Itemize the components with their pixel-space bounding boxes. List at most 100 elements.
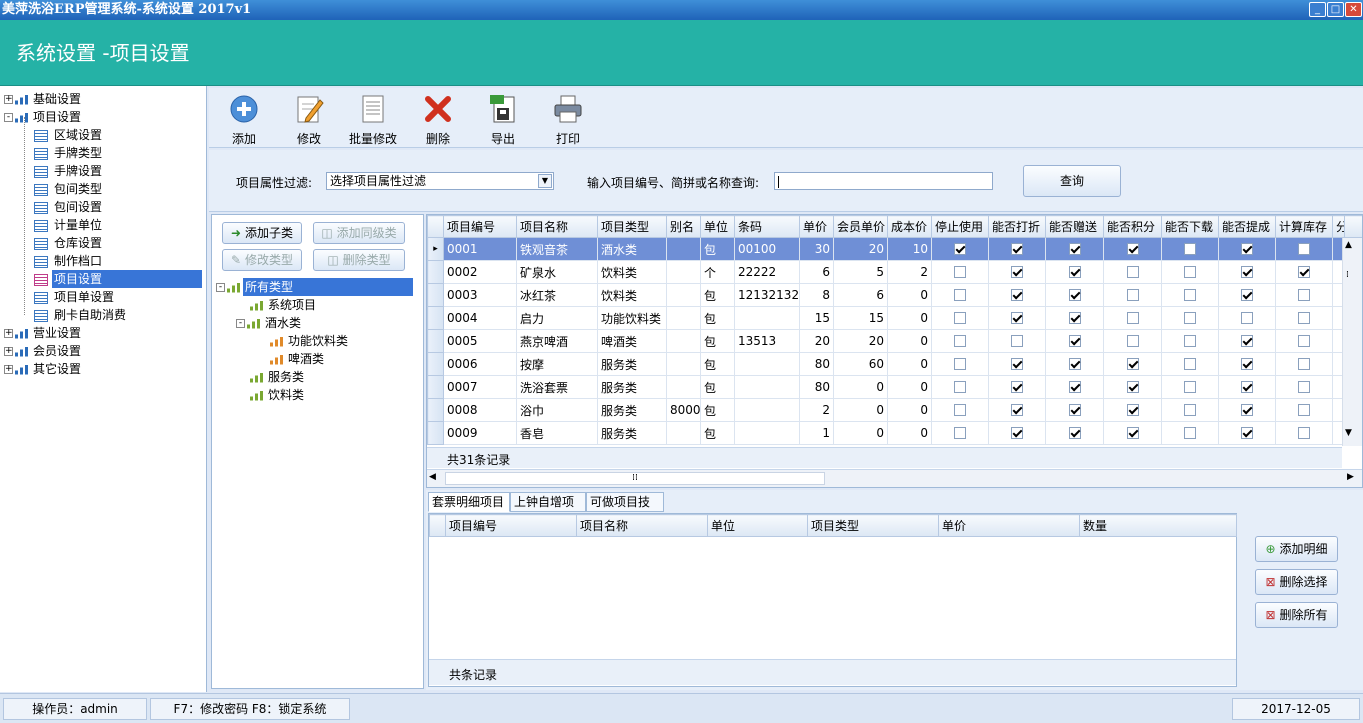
delete-button[interactable]: 删除 [421, 92, 455, 147]
scroll-thumb[interactable]: ⁞⁞ [445, 472, 825, 485]
checkbox[interactable] [1184, 404, 1196, 416]
member-price-cell[interactable]: 0 [833, 375, 888, 399]
item-name-cell[interactable]: 香皂 [516, 421, 598, 445]
checkbox[interactable] [1298, 266, 1310, 278]
checkbox-cell[interactable] [1161, 375, 1219, 399]
item-type-cell[interactable]: 服务类 [597, 375, 667, 399]
item-name-cell[interactable]: 铁观音茶 [516, 237, 598, 261]
item-code-cell[interactable]: 0007 [443, 375, 517, 399]
checkbox-cell[interactable] [931, 283, 989, 307]
checkbox[interactable] [1241, 381, 1253, 393]
item-name-cell[interactable]: 矿泉水 [516, 260, 598, 284]
barcode-cell[interactable]: 22222 [734, 260, 800, 284]
price-cell[interactable]: 30 [799, 237, 834, 261]
checkbox[interactable] [1011, 266, 1023, 278]
column-header[interactable]: 数量 [1079, 514, 1237, 537]
checkbox[interactable] [1241, 266, 1253, 278]
checkbox-cell[interactable] [1161, 237, 1219, 261]
item-code-cell[interactable]: 0009 [443, 421, 517, 445]
checkbox-cell[interactable] [1103, 421, 1162, 445]
checkbox[interactable] [1241, 358, 1253, 370]
table-row[interactable]: 0005 燕京啤酒 啤酒类包 13513 20 20 0 [427, 329, 1362, 353]
checkbox-cell[interactable] [1045, 352, 1104, 376]
column-header[interactable]: 别名 [666, 215, 701, 238]
item-type-cell[interactable]: 服务类 [597, 398, 667, 422]
item-name-cell[interactable]: 燕京啤酒 [516, 329, 598, 353]
table-row[interactable]: 0009 香皂 服务类包 1 0 0 [427, 421, 1362, 445]
checkbox-cell[interactable] [1218, 421, 1276, 445]
nav-item-4[interactable]: 手牌设置 [34, 162, 104, 180]
row-header[interactable] [427, 260, 444, 284]
column-header[interactable]: 单位 [700, 215, 735, 238]
member-price-cell[interactable]: 0 [833, 421, 888, 445]
checkbox-cell[interactable] [931, 329, 989, 353]
column-header[interactable]: 单价 [938, 514, 1080, 537]
checkbox-cell[interactable] [931, 306, 989, 330]
member-price-cell[interactable]: 60 [833, 352, 888, 376]
checkbox-cell[interactable] [1275, 260, 1333, 284]
price-cell[interactable]: 1 [799, 421, 834, 445]
nav-item-1[interactable]: - 项目设置 [4, 108, 83, 126]
checkbox[interactable] [954, 358, 966, 370]
checkbox[interactable] [1011, 427, 1023, 439]
cost-cell[interactable]: 0 [887, 283, 932, 307]
category-item-5[interactable]: 服务类 [250, 368, 306, 386]
checkbox[interactable] [1298, 289, 1310, 301]
checkbox-cell[interactable] [1275, 352, 1333, 376]
alias-cell[interactable]: 8000 [666, 398, 701, 422]
checkbox[interactable] [1241, 312, 1253, 324]
column-header[interactable]: 计算库存 [1275, 215, 1333, 238]
checkbox-cell[interactable] [1045, 306, 1104, 330]
nav-item-3[interactable]: 手牌类型 [34, 144, 104, 162]
delete-all-button[interactable]: ⊠ 删除所有 [1255, 602, 1338, 628]
add-sibling-category-button[interactable]: ◫ 添加同级类 [313, 222, 405, 244]
item-type-cell[interactable]: 啤酒类 [597, 329, 667, 353]
cost-cell[interactable]: 2 [887, 260, 932, 284]
checkbox[interactable] [1126, 243, 1139, 255]
checkbox-cell[interactable] [1218, 237, 1276, 261]
checkbox-cell[interactable] [1218, 306, 1276, 330]
checkbox-cell[interactable] [1045, 329, 1104, 353]
checkbox[interactable] [1184, 427, 1196, 439]
print-button[interactable]: 打印 [551, 92, 585, 147]
checkbox-cell[interactable] [1103, 398, 1162, 422]
item-type-cell[interactable]: 功能饮料类 [597, 306, 667, 330]
maximize-button[interactable]: □ [1327, 2, 1344, 17]
item-code-cell[interactable]: 0002 [443, 260, 517, 284]
cost-cell[interactable]: 0 [887, 421, 932, 445]
item-code-cell[interactable]: 0004 [443, 306, 517, 330]
table-row[interactable]: ▸ 0001 铁观音茶 酒水类 包 00100 30 20 10 [427, 237, 1362, 261]
category-item-1[interactable]: 系统项目 [250, 296, 318, 314]
checkbox[interactable] [1298, 335, 1310, 347]
column-header[interactable]: 能否下载 [1161, 215, 1219, 238]
checkbox-cell[interactable] [1103, 375, 1162, 399]
checkbox-cell[interactable] [1275, 283, 1333, 307]
barcode-cell[interactable] [734, 375, 800, 399]
checkbox-cell[interactable] [1161, 283, 1219, 307]
nav-item-13[interactable]: + 营业设置 [4, 324, 83, 342]
item-name-cell[interactable]: 启力 [516, 306, 598, 330]
checkbox-cell[interactable] [1275, 375, 1333, 399]
member-price-cell[interactable]: 20 [833, 329, 888, 353]
checkbox[interactable] [1241, 335, 1253, 347]
barcode-cell[interactable]: 13513 [734, 329, 800, 353]
checkbox[interactable] [1126, 289, 1139, 301]
checkbox-cell[interactable] [1275, 306, 1333, 330]
price-cell[interactable]: 2 [799, 398, 834, 422]
table-row[interactable]: 0006 按摩 服务类 包 80 60 0 [427, 352, 1362, 376]
checkbox-cell[interactable] [1045, 421, 1104, 445]
checkbox[interactable] [1184, 243, 1196, 255]
checkbox-cell[interactable] [988, 260, 1046, 284]
column-header[interactable]: 项目编号 [443, 215, 517, 238]
item-name-cell[interactable]: 按摩 [516, 352, 598, 376]
checkbox[interactable] [1011, 312, 1023, 324]
checkbox-cell[interactable] [1103, 237, 1162, 261]
checkbox-cell[interactable] [1275, 237, 1333, 261]
checkbox[interactable] [954, 381, 966, 393]
checkbox-cell[interactable] [931, 421, 989, 445]
checkbox[interactable] [1011, 404, 1023, 416]
checkbox[interactable] [1298, 358, 1310, 370]
tab-2[interactable]: 可做项目技师 [586, 492, 664, 527]
checkbox-cell[interactable] [1218, 352, 1276, 376]
nav-item-0[interactable]: + 基础设置 [4, 90, 83, 108]
